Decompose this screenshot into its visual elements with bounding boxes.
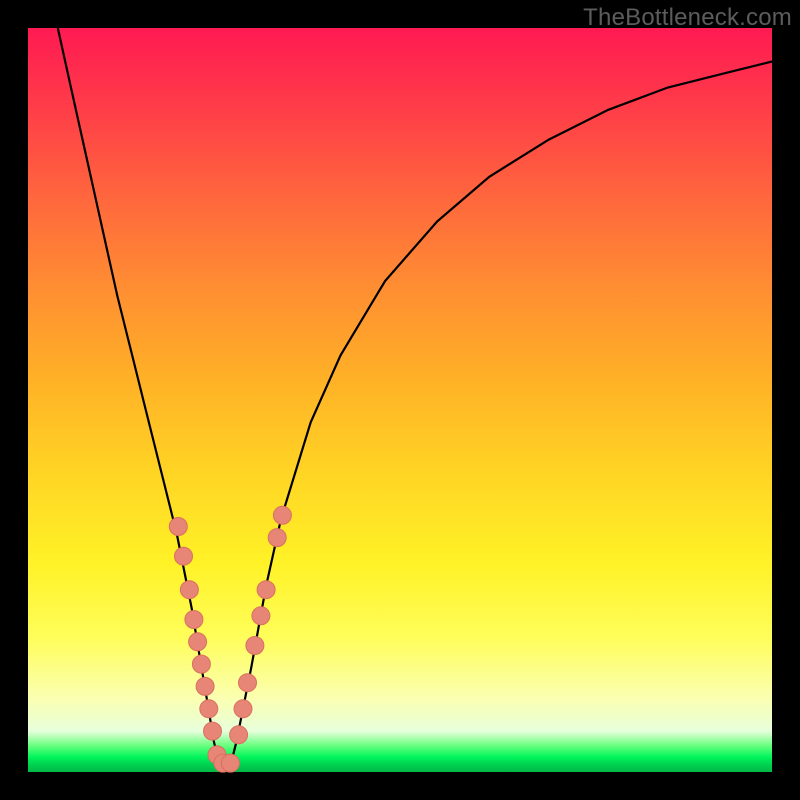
data-point-marker	[196, 677, 214, 695]
data-point-marker	[180, 581, 198, 599]
chart-frame: TheBottleneck.com	[0, 0, 800, 800]
data-point-marker	[204, 722, 222, 740]
data-point-marker	[200, 700, 218, 718]
data-point-marker	[273, 506, 291, 524]
data-point-marker	[221, 754, 239, 772]
data-point-marker	[234, 700, 252, 718]
data-point-marker	[246, 637, 264, 655]
data-point-marker	[230, 726, 248, 744]
data-point-marker	[252, 607, 270, 625]
markers-left	[169, 518, 232, 773]
data-point-marker	[192, 655, 210, 673]
data-point-marker	[169, 518, 187, 536]
data-point-marker	[175, 547, 193, 565]
data-point-marker	[185, 611, 203, 629]
bottleneck-curve	[58, 28, 772, 772]
data-point-marker	[268, 529, 286, 547]
data-point-marker	[257, 581, 275, 599]
chart-svg	[28, 28, 772, 772]
markers-right	[221, 506, 291, 772]
plot-area	[28, 28, 772, 772]
data-point-marker	[239, 674, 257, 692]
data-point-marker	[189, 633, 207, 651]
